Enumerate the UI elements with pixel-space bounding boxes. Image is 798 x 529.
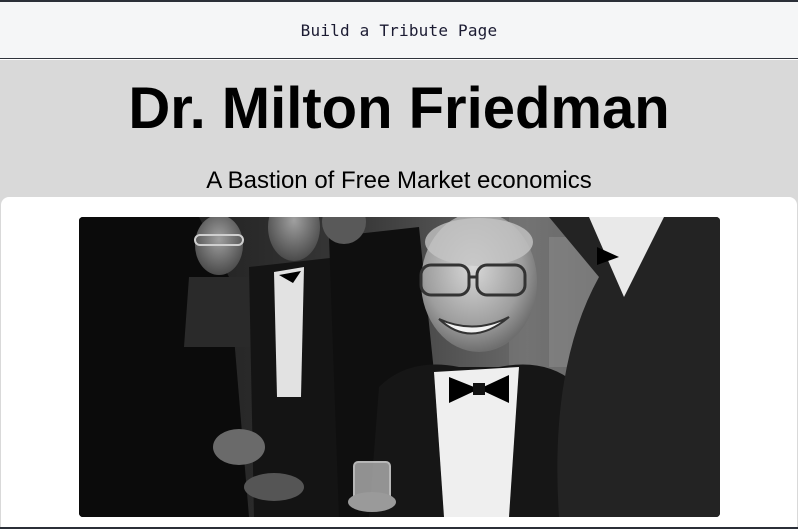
tribute-preview: Dr. Milton Friedman A Bastion of Free Ma…	[0, 60, 798, 527]
page-title: Dr. Milton Friedman	[128, 76, 670, 141]
page-subtitle: A Bastion of Free Market economics	[206, 167, 592, 194]
image-card	[1, 197, 797, 527]
tribute-photo	[79, 217, 720, 517]
app-frame: Build a Tribute Page Dr. Milton Friedman…	[0, 0, 798, 529]
top-bar: Build a Tribute Page	[0, 2, 798, 59]
project-title: Build a Tribute Page	[300, 20, 498, 40]
